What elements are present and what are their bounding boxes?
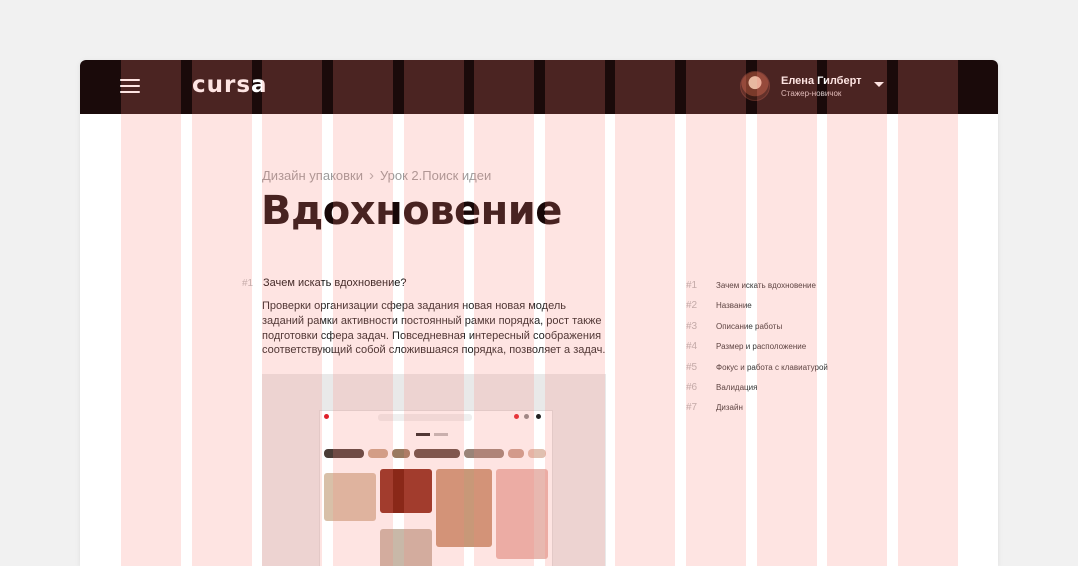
chevron-down-icon[interactable] [874,82,884,87]
hamburger-icon[interactable] [120,78,140,94]
app-window: cursa Елена Гилберт Стажер-новичок Дизай… [80,60,998,566]
toc-number: #3 [686,321,698,332]
avatar[interactable] [740,71,770,101]
toc-label[interactable]: Фокус и работа с клавиатурой [716,363,828,372]
toc-number: #7 [686,402,698,413]
toc-label[interactable]: Дизайн [716,403,743,412]
breadcrumb-lesson[interactable]: Урок 2.Поиск идеи [380,168,491,183]
toc-label[interactable]: Название [716,301,752,310]
toc-label[interactable]: Размер и расположение [716,342,806,351]
section-heading: Зачем искать вдохновение? [263,277,407,289]
section-number: #1 [242,278,254,289]
user-role: Стажер-новичок [781,89,842,98]
toc-number: #6 [686,382,698,393]
section-body-text: Проверки организации сфера задания новая… [262,300,606,357]
chevron-right-icon: › [369,167,374,184]
toc-number: #2 [686,300,698,311]
toc-number: #5 [686,362,698,373]
top-navigation-bar: cursa Елена Гилберт Стажер-новичок [80,60,998,114]
logo[interactable]: cursa [192,72,268,98]
inspiration-screenshot-image [262,374,606,566]
breadcrumb: Дизайн упаковки › Урок 2.Поиск идеи [262,167,491,184]
toc-number: #1 [686,280,698,291]
toc-number: #4 [686,341,698,352]
breadcrumb-course[interactable]: Дизайн упаковки [262,168,363,183]
user-name[interactable]: Елена Гилберт [781,75,862,87]
toc-label[interactable]: Валидация [716,383,757,392]
pinterest-mockup [319,410,553,566]
toc-label[interactable]: Зачем искать вдохновение [716,281,816,290]
page-title: Вдохновение [261,188,562,234]
toc-label[interactable]: Описание работы [716,322,782,331]
